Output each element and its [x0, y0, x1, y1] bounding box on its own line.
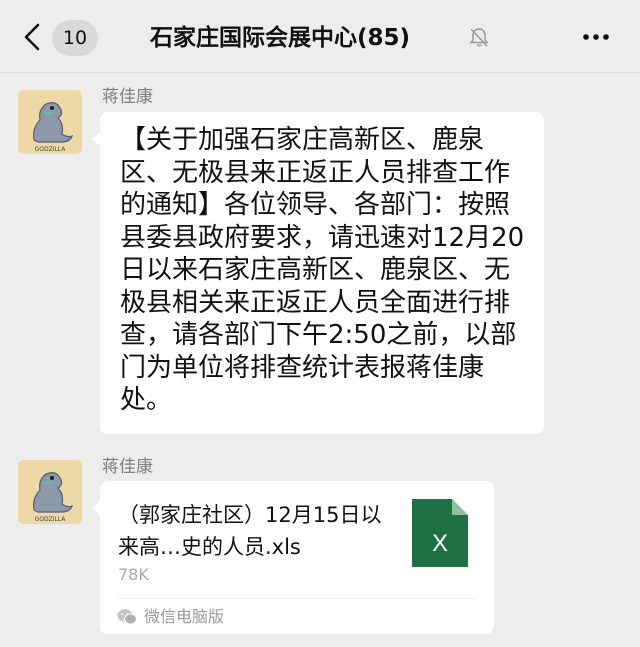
file-name: （郭家庄社区）12月15日以来高…史的人员.xls [118, 503, 382, 559]
message-text: 【关于加强石家庄高新区、鹿泉区、无极县来正返正人员排查工作的通知】各位领导、各部… [120, 125, 525, 415]
card-divider [118, 598, 476, 599]
avatar-label: GODZILLA [35, 516, 67, 523]
chat-title[interactable]: 石家庄国际会展中心(85) [150, 20, 480, 56]
wechat-icon [117, 609, 137, 625]
file-message-card[interactable]: （郭家庄社区）12月15日以来高…史的人员.xls 78K X 微信电脑版 [92, 481, 494, 634]
message-bubble[interactable]: 【关于加强石家庄高新区、鹿泉区、无极县来正返正人员排查工作的通知】各位领导、各部… [92, 112, 544, 434]
sender-name: 蒋佳康 [102, 457, 153, 477]
excel-file-icon: X [412, 499, 468, 567]
sender-name: 蒋佳康 [102, 87, 153, 107]
unread-count-badge[interactable]: 10 [52, 20, 98, 56]
mute-bell-icon [469, 28, 489, 47]
avatar-label: GODZILLA [35, 146, 67, 153]
godzilla-avatar-icon: GODZILLA [18, 90, 82, 154]
file-size: 78K [118, 565, 149, 584]
avatar[interactable]: GODZILLA [18, 90, 82, 154]
excel-icon-letter: X [432, 530, 448, 557]
more-icon[interactable] [580, 26, 612, 48]
back-chevron-icon[interactable] [20, 22, 46, 52]
file-source-label: 微信电脑版 [144, 607, 225, 626]
avatar[interactable]: GODZILLA [18, 460, 82, 524]
godzilla-avatar-icon: GODZILLA [18, 460, 82, 524]
chat-header: 10 石家庄国际会展中心(85) [0, 0, 640, 73]
